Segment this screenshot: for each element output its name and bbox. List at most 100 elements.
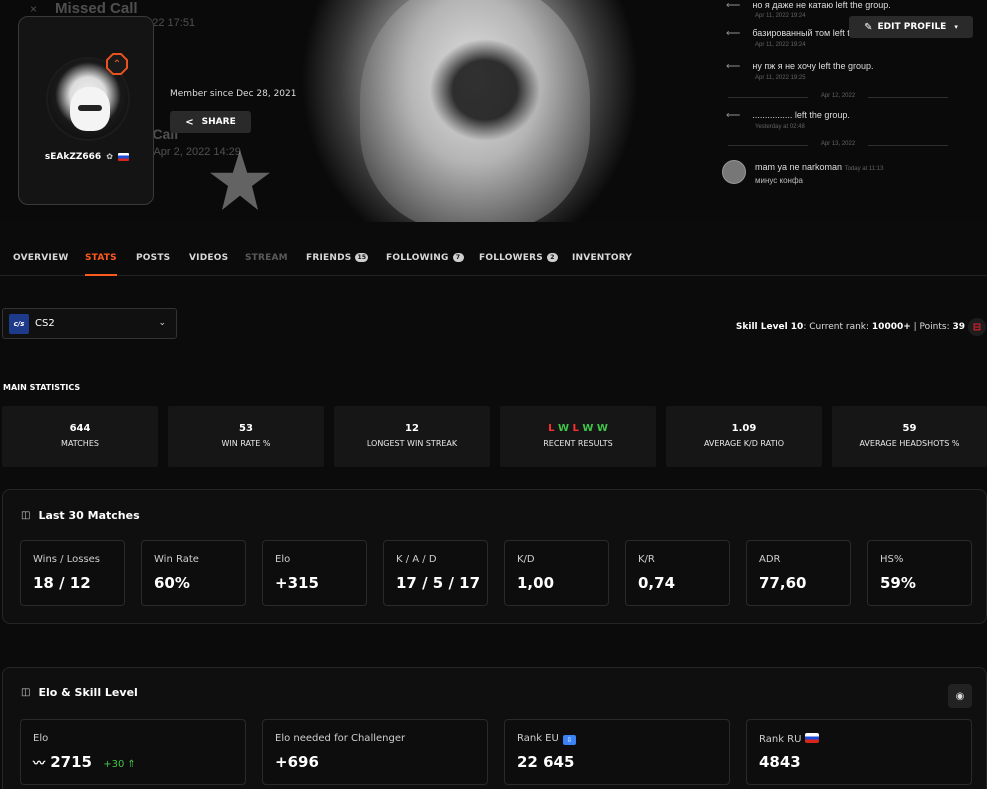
points-value: 39 [952, 322, 965, 332]
banner-artwork-shadow [420, 30, 550, 150]
rank-ru-label: Rank RU [759, 734, 802, 745]
tab-stream: STREAM [245, 253, 288, 263]
edit-profile-button[interactable]: ✎ EDIT PROFILE ▾ [849, 16, 973, 38]
stat-card-matches: 644 MATCHES [2, 406, 158, 467]
chat-date-divider: Apr 13, 2022 [728, 141, 948, 147]
share-button[interactable]: < SHARE [170, 111, 251, 133]
arrow-left-icon: ⟵ [726, 0, 741, 11]
following-count-badge: 7 [452, 253, 464, 262]
tab-friends[interactable]: FRIENDS 15 [306, 253, 369, 263]
stat-label: WIN RATE % [221, 439, 271, 448]
chat-line-time: Apr 11, 2022 19:24 [755, 42, 806, 48]
last30-card-win-rate: Win Rate 60% [141, 540, 246, 606]
card-label: K/D [517, 554, 535, 565]
russia-flag-icon [805, 733, 820, 743]
tab-followers[interactable]: FOLLOWERS 2 [479, 253, 558, 263]
trend-icon: 〰 [33, 756, 46, 770]
card-label: Elo [275, 554, 291, 565]
card-value: +696 [275, 753, 319, 771]
tab-following[interactable]: FOLLOWING 7 [386, 253, 464, 263]
chat-line: ⟵ но я даже не катаю left the group. [726, 0, 891, 11]
skill-level-summary: Skill Level 10: Current rank: 10000+ | P… [736, 322, 965, 332]
elo-card-rank-ru: Rank RU 4843 [746, 719, 972, 785]
card-label: Wins / Losses [33, 554, 101, 565]
card-label: Elo needed for Challenger [275, 733, 406, 744]
card-value: 59% [880, 574, 916, 592]
chat-message-text: минус конфа [755, 176, 804, 185]
stat-value: 12 [405, 423, 419, 434]
level-chevron-icon: ⌃ [108, 55, 126, 73]
username-text: sEAkZZ666 [44, 152, 102, 162]
elo-skill-section: ◫ Elo & Skill Level ◉ Elo 〰 2715 +30 ⇑ El… [2, 667, 987, 789]
card-value: 77,60 [759, 574, 807, 592]
card-label: HS% [880, 554, 904, 565]
ghost-missed-call-title: Missed Call [55, 0, 138, 17]
elo-card-challenger: Elo needed for Challenger +696 [262, 719, 488, 785]
rank-value: 10000+ [871, 322, 911, 332]
followers-count-badge: 2 [546, 253, 558, 262]
eye-icon[interactable]: ◉ [948, 684, 972, 708]
stat-card-win-rate: 53 WIN RATE % [168, 406, 324, 467]
tab-overview[interactable]: OVERVIEW [13, 253, 68, 263]
tab-videos[interactable]: VIDEOS [189, 253, 228, 263]
card-label: Win Rate [154, 554, 199, 565]
tab-inventory[interactable]: INVENTORY [572, 253, 632, 263]
stat-value: 1.09 [731, 423, 757, 434]
tab-label: STATS [85, 253, 117, 263]
recent-results: L W L W W [500, 423, 656, 434]
result-win: W [557, 423, 569, 434]
stat-card-headshots: 59 AVERAGE HEADSHOTS % [832, 406, 987, 467]
main-statistics-title: MAIN STATISTICS [3, 383, 81, 392]
last30-card-adr: ADR 77,60 [746, 540, 851, 606]
card-value: 〰 2715 +30 ⇑ [33, 753, 136, 771]
last30-card-kr: K/R 0,74 [625, 540, 730, 606]
stat-value: 644 [69, 423, 91, 434]
result-win: W [596, 423, 608, 434]
edit-profile-label: EDIT PROFILE [877, 22, 947, 32]
tab-label: FOLLOWING [386, 253, 449, 263]
tab-label: STREAM [245, 253, 288, 263]
skill-level-icon: ⊟ [968, 318, 986, 336]
card-label: ADR [759, 554, 781, 565]
card-value: +315 [275, 574, 319, 592]
stat-card-kd-ratio: 1.09 AVERAGE K/D RATIO [666, 406, 822, 467]
rank-label: : Current rank: [803, 322, 872, 332]
chat-date-divider: Apr 12, 2022 [728, 93, 948, 99]
member-since: Member since Dec 28, 2021 [170, 89, 297, 99]
result-loss: L [548, 423, 555, 434]
last-30-matches-section: ◫ Last 30 Matches Wins / Losses 18 / 12 … [2, 489, 987, 624]
stat-label: AVERAGE HEADSHOTS % [859, 439, 960, 448]
card-value: 22 645 [517, 753, 575, 771]
result-loss: L [572, 423, 579, 434]
result-win: W [582, 423, 594, 434]
chat-line-text: ................ left the group. [752, 110, 850, 120]
tab-label: OVERVIEW [13, 253, 69, 263]
chat-message-time: Today at 11:13 [844, 166, 884, 172]
game-select[interactable]: c/s CS2 ⌄ [2, 308, 177, 339]
chat-line: ⟵ ну пж я не хочу left the group. [726, 61, 874, 72]
last30-card-wins-losses: Wins / Losses 18 / 12 [20, 540, 125, 606]
elo-card-elo: Elo 〰 2715 +30 ⇑ [20, 719, 246, 785]
chat-line-time: Apr 11, 2022 19:25 [755, 75, 806, 81]
tab-label: POSTS [136, 253, 171, 263]
chevron-down-icon: ⌄ [158, 318, 166, 328]
arrow-left-icon: ⟵ [726, 61, 741, 72]
points-label: | Points: [910, 322, 953, 332]
stat-value: 59 [902, 423, 917, 434]
last30-card-kad: K / A / D 17 / 5 / 17 [383, 540, 488, 606]
last-30-title: Last 30 Matches [38, 509, 140, 522]
tab-label: FOLLOWERS [479, 253, 543, 263]
tab-posts[interactable]: POSTS [136, 253, 170, 263]
tab-stats[interactable]: STATS [85, 253, 117, 276]
profile-card: ⌃ sEAkZZ666 ✿ [18, 16, 154, 205]
share-label: SHARE [201, 117, 236, 127]
russia-flag-icon [118, 152, 130, 161]
rank-up-icon: ⇑ [127, 759, 136, 770]
eu-flag-icon: ⇩ [562, 735, 576, 745]
card-value: 4843 [759, 753, 801, 771]
stat-label: LONGEST WIN STREAK [366, 439, 458, 448]
chevron-down-icon: ▾ [954, 23, 958, 31]
verified-icon: ✿ [106, 152, 113, 161]
card-label: K / A / D [396, 554, 437, 565]
card-label: Elo [33, 733, 49, 744]
